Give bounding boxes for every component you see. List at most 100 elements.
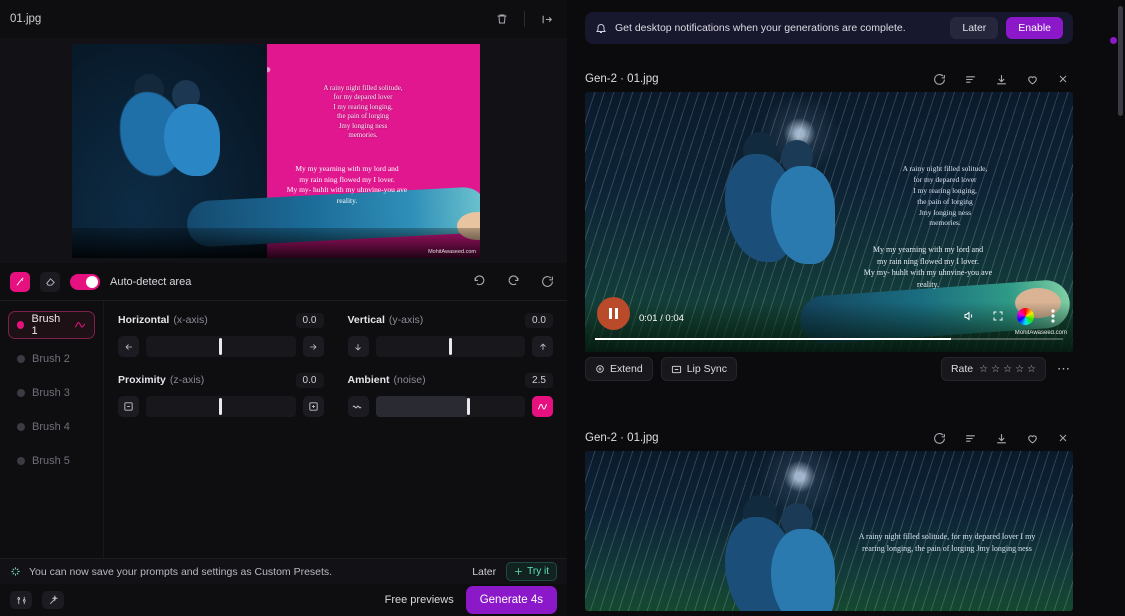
volume-icon[interactable]	[959, 306, 979, 326]
fullscreen-icon[interactable]	[988, 306, 1008, 326]
eraser-icon[interactable]	[40, 272, 60, 292]
auto-detect-label: Auto-detect area	[110, 276, 191, 288]
star-icon[interactable]: ☆	[1027, 364, 1036, 375]
notice-actions: Later Try it	[472, 562, 557, 581]
notification-later-button[interactable]: Later	[950, 17, 998, 39]
star-icon[interactable]: ☆	[1015, 364, 1024, 375]
download-icon[interactable]	[991, 428, 1011, 448]
close-icon[interactable]	[1053, 69, 1073, 89]
bell-icon	[595, 22, 607, 34]
download-icon[interactable]	[991, 69, 1011, 89]
notice-try-button[interactable]: Try it	[506, 562, 557, 581]
slider-axis: (y-axis)	[389, 314, 423, 326]
pause-button[interactable]	[597, 297, 630, 330]
slider-axis: (noise)	[394, 374, 426, 386]
card-rating-area: Rate ☆ ☆ ☆ ☆ ☆ ⋯	[941, 357, 1073, 381]
free-previews-label[interactable]: Free previews	[385, 594, 454, 606]
video-player-1[interactable]: A rainy night filled solitude, for my de…	[585, 92, 1073, 352]
progress-bar[interactable]	[595, 338, 1063, 340]
refresh-icon[interactable]	[929, 69, 949, 89]
motion-sliders: Horizontal (x-axis) 0.0	[104, 301, 567, 558]
brush-item-3[interactable]: Brush 3	[8, 379, 95, 407]
slider-control	[118, 336, 324, 357]
wave-high-icon[interactable]	[532, 396, 553, 417]
slider-value[interactable]: 2.5	[525, 373, 553, 388]
star-icon[interactable]: ☆	[979, 364, 988, 375]
arrow-left-icon[interactable]	[118, 336, 139, 357]
lipsync-button[interactable]: Lip Sync	[661, 357, 737, 381]
slider-thumb[interactable]	[219, 398, 222, 415]
collapse-panel-icon[interactable]	[537, 9, 557, 29]
star-rating[interactable]: ☆ ☆ ☆ ☆ ☆	[979, 364, 1036, 375]
generation-card-1: Gen-2 · 01.jpg	[585, 66, 1073, 386]
slider-row-2: Proximity (z-axis) 0.0	[118, 373, 553, 417]
slider-track-horizontal[interactable]	[146, 336, 296, 357]
notification-enable-button[interactable]: Enable	[1006, 17, 1063, 39]
more-options-icon[interactable]	[1043, 306, 1063, 326]
redo-icon[interactable]	[503, 272, 523, 292]
notice-later-button[interactable]: Later	[472, 566, 496, 578]
arrow-right-icon[interactable]	[303, 336, 324, 357]
slider-track-proximity[interactable]	[146, 396, 296, 417]
extend-button[interactable]: Extend	[585, 357, 653, 381]
color-wheel-icon[interactable]	[1017, 308, 1034, 325]
notification-text: Get desktop notifications when your gene…	[615, 22, 906, 34]
slider-header: Vertical (y-axis) 0.0	[348, 313, 554, 328]
heart-icon[interactable]	[1022, 428, 1042, 448]
lipsync-icon	[671, 364, 682, 375]
video-poem-bottom: My my yearning with my lord and my rain …	[803, 244, 1053, 290]
results-scrollbar[interactable]	[1118, 6, 1123, 610]
auto-detect-toggle[interactable]	[70, 274, 100, 290]
video-player-2[interactable]: A rainy night filled solitude, for my de…	[585, 451, 1073, 611]
slider-vertical: Vertical (y-axis) 0.0	[348, 313, 554, 357]
slider-track-ambient[interactable]	[376, 396, 526, 417]
image-canvas[interactable]: A rainy night filled solitude, for my de…	[0, 38, 567, 263]
arrow-up-icon[interactable]	[532, 336, 553, 357]
settings-sliders-icon[interactable]	[10, 591, 32, 609]
slider-header: Horizontal (x-axis) 0.0	[118, 313, 324, 328]
slider-value[interactable]: 0.0	[296, 373, 324, 388]
list-icon[interactable]	[960, 428, 980, 448]
list-icon[interactable]	[960, 69, 980, 89]
heart-icon[interactable]	[1022, 69, 1042, 89]
reset-icon[interactable]	[537, 272, 557, 292]
time-label: 0:01 / 0:04	[639, 313, 684, 324]
slider-thumb[interactable]	[219, 338, 222, 355]
canvas-watermark: MohitAwaseed.com	[428, 249, 476, 255]
slider-thumb[interactable]	[467, 398, 470, 415]
undo-icon[interactable]	[469, 272, 489, 292]
refresh-icon[interactable]	[929, 428, 949, 448]
unread-indicator-dot	[1110, 37, 1117, 44]
brush-item-5[interactable]: Brush 5	[8, 447, 95, 475]
wave-low-icon[interactable]	[348, 396, 369, 417]
video-poem-top: A rainy night filled solitude, for my de…	[847, 531, 1047, 554]
zoom-out-icon[interactable]	[118, 396, 139, 417]
star-icon[interactable]: ☆	[991, 364, 1000, 375]
trash-icon[interactable]	[492, 9, 512, 29]
brush-item-4[interactable]: Brush 4	[8, 413, 95, 441]
scrollbar-thumb[interactable]	[1118, 6, 1123, 116]
slider-track-vertical[interactable]	[376, 336, 526, 357]
slider-thumb[interactable]	[449, 338, 452, 355]
rate-control[interactable]: Rate ☆ ☆ ☆ ☆ ☆	[941, 357, 1046, 381]
arrow-down-icon[interactable]	[348, 336, 369, 357]
magic-wand-icon[interactable]	[42, 591, 64, 609]
slider-value[interactable]: 0.0	[525, 313, 553, 328]
zoom-in-icon[interactable]	[303, 396, 324, 417]
generate-button[interactable]: Generate 4s	[466, 586, 557, 614]
more-options-icon[interactable]: ⋯	[1054, 361, 1073, 377]
close-icon[interactable]	[1053, 428, 1073, 448]
right-results-panel[interactable]: Get desktop notifications when your gene…	[567, 0, 1125, 616]
card-title: Gen-2 · 01.jpg	[585, 432, 659, 444]
app-root: 01.jpg	[0, 0, 1125, 616]
brush-list: Brush 1 Brush 2 Brush 3 Brush 4	[0, 301, 104, 558]
brush-item-2[interactable]: Brush 2	[8, 345, 95, 373]
canvas-history-actions	[469, 272, 557, 292]
brush-motion-icon	[74, 320, 86, 330]
brush-color-dot	[17, 321, 24, 329]
slider-control	[348, 396, 554, 417]
brush-item-1[interactable]: Brush 1	[8, 311, 95, 339]
slider-value[interactable]: 0.0	[296, 313, 324, 328]
star-icon[interactable]: ☆	[1003, 364, 1012, 375]
brush-icon[interactable]	[10, 272, 30, 292]
